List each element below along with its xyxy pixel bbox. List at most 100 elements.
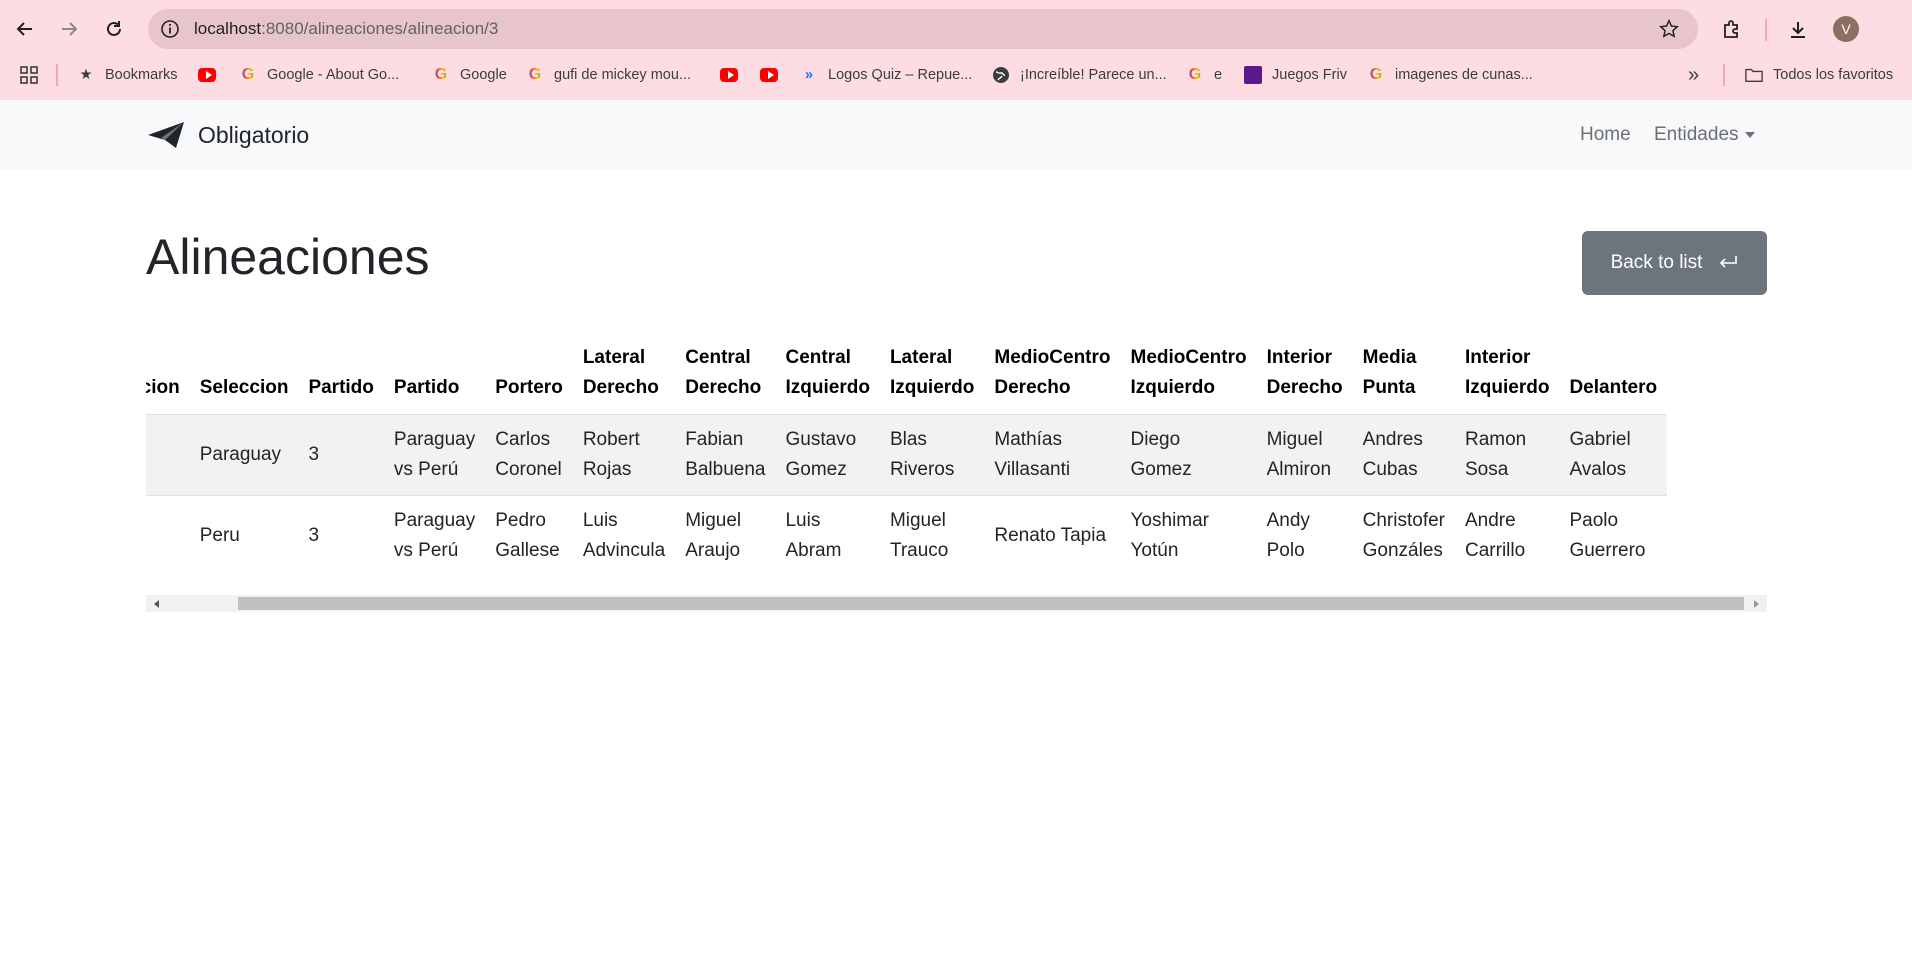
paper-plane-icon [148,122,184,148]
bookmark-item-google-about[interactable]: G Google - About Go... [239,64,399,86]
apps-grid-icon[interactable] [19,64,39,86]
column-header-text: Interior [1266,347,1333,368]
bookmark-item-e[interactable]: Ge [1186,64,1222,86]
table-row: Paraguay 3 Paraguay vs Perú Carlos Coronel R… [146,414,1668,496]
bookmark-item-gufi[interactable]: Ggufi de mickey mou... [526,64,691,86]
column-header-text: Izquierdo [889,377,975,398]
table-cell [146,414,190,496]
column-header-text: Punta [1362,377,1416,398]
bookmark-item-youtube[interactable] [198,64,226,86]
horizontal-scrollbar[interactable] [146,595,1767,612]
bookmark-label: Google - About Go... [267,67,400,83]
column-header: Central Izquierdo [775,336,880,415]
url-path: :8080/alineaciones/alineacion/3 [261,19,499,38]
table-cell: Gabriel Avalos [1559,414,1668,496]
nav-entidades-dropdown[interactable]: Entidades [1654,124,1755,146]
table-cell: Andres Cubas [1352,414,1455,496]
column-header-text: Partido [393,377,460,398]
bookmark-item-friv[interactable]: Juegos Friv [1244,64,1347,86]
column-header-text: Seleccion [199,377,289,398]
column-header-text: Interior [1465,347,1531,368]
column-header-text: Partido [308,377,374,398]
browser-toolbar: localhost:8080/alineaciones/alineacion/3… [0,0,1912,100]
friv-icon [1244,66,1262,84]
table-cell [146,495,190,576]
column-header: Delantero [1559,336,1668,415]
scroll-left-arrow-icon[interactable] [154,600,159,608]
bookmark-item-logos-quiz[interactable]: » Logos Quiz – Repue... [800,64,972,86]
extensions-icon[interactable] [1720,16,1744,44]
bookmarks-separator-2 [1723,64,1725,86]
table-cell: Paraguay [189,414,299,496]
table-cell: 3 [298,495,384,576]
nav-home[interactable]: Home [1580,124,1631,146]
table-cell: Diego Gomez [1120,414,1257,496]
profile-avatar[interactable]: V [1833,16,1859,42]
column-header-text: Derecho [1266,377,1343,398]
bookmark-label: Todos los favoritos [1773,67,1894,83]
bookmark-star-icon[interactable] [1658,18,1680,40]
folder-icon [1745,66,1763,84]
site-info-icon[interactable] [160,19,180,39]
back-to-list-button[interactable]: Back to list [1582,231,1767,295]
chevrons-icon: » [804,67,814,83]
scrollbar-thumb[interactable] [238,597,1744,610]
caret-down-icon [1744,131,1755,138]
brand-link[interactable]: Obligatorio [147,120,309,150]
back-to-list-label: Back to list [1610,252,1703,273]
download-icon[interactable] [1786,16,1810,44]
column-header: Media Punta [1352,336,1455,415]
column-header: Partido [383,336,486,415]
column-header: Seleccion [189,336,299,415]
forward-arrow-icon[interactable] [55,15,83,43]
bookmark-label: ¡Increíble! Parece un... [1020,67,1167,83]
bookmark-label: gufi de mickey mou... [554,67,691,83]
column-header: Lateral Derecho [572,336,676,415]
bookmarks-bar: ★ Bookmarks G Google - About Go... G Google… [0,60,1912,90]
google-icon: G [432,66,450,84]
table-cell: Blas Riveros [879,414,985,496]
youtube-icon [720,66,738,84]
more-bookmarks-chevron-icon[interactable]: » [1688,64,1699,86]
bookmark-label: imagenes de cunas... [1395,67,1533,83]
table-cell: Pedro Gallese [485,495,573,576]
alineaciones-table-container: Seleccion Seleccion Partido Partido Portero L… [146,336,1767,576]
table-cell: Fabian Balbuena [675,414,776,496]
table-header-row: Seleccion Seleccion Partido Partido Portero L… [146,336,1668,415]
bookmark-item-youtube-2[interactable] [720,64,748,86]
table-cell: Paraguay vs Perú [383,414,486,496]
column-header-text: Izquierdo [1130,377,1215,398]
table-cell: 3 [298,414,384,496]
address-bar-row: localhost:8080/alineaciones/alineacion/3… [0,8,1912,50]
google-icon: G [1186,66,1204,84]
bookmark-item-increible[interactable]: ¡Increíble! Parece un... [992,64,1167,86]
table-cell: Miguel Almiron [1256,414,1353,496]
back-arrow-icon[interactable] [11,15,39,43]
table-cell: Robert Rojas [572,414,676,496]
bookmark-item-google[interactable]: G Google [432,64,507,86]
column-header-text: Seleccion [146,377,180,398]
page-title: Alineaciones [146,229,430,285]
scroll-right-arrow-icon[interactable] [1754,600,1759,608]
column-header: Portero [485,336,573,415]
column-header: MedioCentro Izquierdo [1120,336,1257,415]
toolbar-separator [1765,19,1767,41]
bookmark-label: e [1214,67,1223,83]
bookmark-item-youtube-3[interactable] [760,64,788,86]
return-arrow-icon [1720,256,1738,268]
table-cell: Luis Advincula [572,495,676,576]
column-header-text: Izquierdo [1465,377,1550,398]
table-cell: Christofer Gonzáles [1352,495,1455,576]
all-bookmarks-folder[interactable]: Todos los favoritos [1745,64,1893,86]
table-cell: Andre Carrillo [1455,495,1560,576]
column-header-text: Lateral [889,347,953,368]
bookmark-item-cunas[interactable]: Gimagenes de cunas... [1367,64,1533,86]
table-cell: Carlos Coronel [485,414,573,496]
bookmark-item-bookmarks[interactable]: ★ Bookmarks [77,64,178,86]
column-header-text: Central [685,347,751,368]
reload-icon[interactable] [100,15,128,43]
column-header-text: Media [1362,347,1417,368]
table-cell: Mathías Villasanti [984,414,1121,496]
url-text[interactable]: localhost:8080/alineaciones/alineacion/3 [194,19,498,39]
address-bar[interactable]: localhost:8080/alineaciones/alineacion/3 [148,9,1698,49]
